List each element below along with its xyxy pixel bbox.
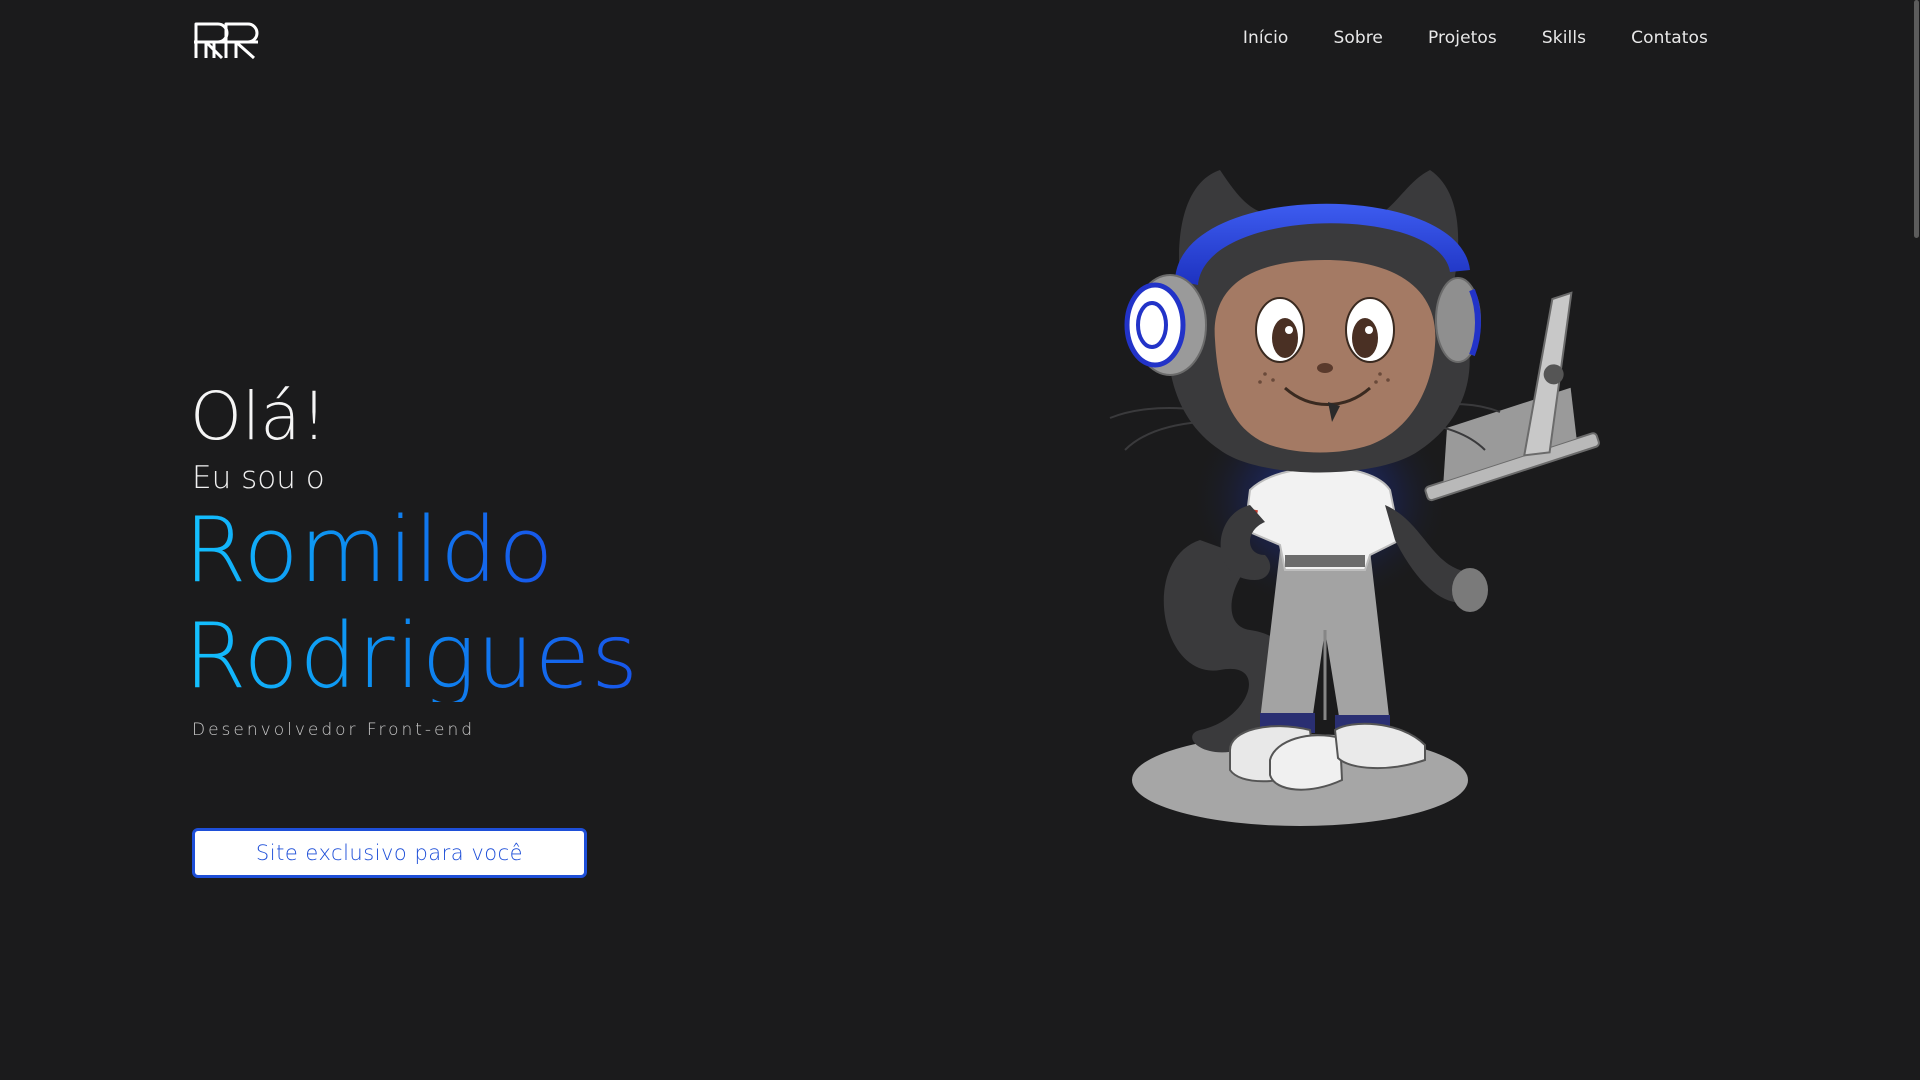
greeting: Olá! [190,378,328,455]
intro-text: Eu sou o [192,460,325,496]
role-subtitle: Desenvolvedor Front-end [192,720,476,740]
logo-icon[interactable] [192,18,260,60]
nav-contatos[interactable]: Contatos [1631,28,1708,48]
scrollbar[interactable] [1912,0,1920,1080]
exclusive-site-button[interactable]: Site exclusivo para você [192,828,587,878]
octocat-illustration [1109,170,1600,826]
page: Início Sobre Projetos Skills Contatos Ol… [0,0,1920,1080]
main-nav: Início Sobre Projetos Skills Contatos [1243,28,1708,48]
scrollbar-thumb[interactable] [1914,0,1919,238]
first-name: Romildo [184,498,555,603]
nav-projetos[interactable]: Projetos [1428,28,1497,48]
nav-inicio[interactable]: Início [1243,28,1289,48]
nav-skills[interactable]: Skills [1542,28,1586,48]
last-name: Rodrigues [184,604,640,709]
nav-sobre[interactable]: Sobre [1333,28,1383,48]
